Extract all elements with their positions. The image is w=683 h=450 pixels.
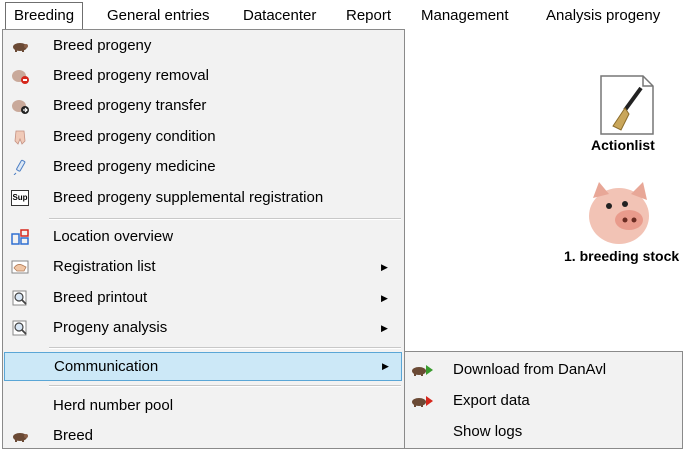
menu-datacenter[interactable]: Datacenter (243, 3, 316, 29)
pig-transfer-icon (12, 100, 29, 114)
pig-remove-icon (12, 70, 29, 84)
menu-item-label: Breed progeny (53, 37, 152, 54)
submenu-item-label: Export data (453, 392, 530, 409)
communication-submenu: Download from DanAvl Export data Show lo… (404, 351, 683, 449)
magnifier-report-icon (12, 320, 27, 336)
pig-icon (13, 43, 28, 52)
pig-download-icon (412, 365, 433, 376)
menu-item-breed[interactable]: Breed (3, 422, 404, 450)
pig-export-icon (412, 396, 433, 407)
submenu-arrow-icon: ▶ (381, 293, 388, 303)
menu-item-breed-progeny-removal[interactable]: Breed progeny removal (3, 62, 404, 90)
menu-item-label: Breed printout (53, 289, 148, 306)
sup-icon: Sup (11, 190, 29, 206)
menu-item-label: Breed progeny transfer (53, 97, 207, 114)
menu-item-breed-printout[interactable]: Breed printout ▶ (3, 284, 404, 312)
menu-report[interactable]: Report (346, 3, 391, 29)
menu-item-label: Location overview (53, 228, 174, 245)
submenu-item-label: Download from DanAvl (453, 361, 607, 378)
menu-item-breed-progeny-supplemental-registration[interactable]: Sup Breed progeny supplemental registrat… (3, 184, 404, 212)
actionlist-label: Actionlist (591, 137, 655, 153)
breeding-dropdown: Breed progeny Breed progeny removal Bree… (2, 29, 405, 449)
menu-management[interactable]: Management (421, 3, 509, 29)
menu-item-communication[interactable]: Communication ▶ (4, 352, 402, 381)
pig-face-icon (589, 182, 649, 244)
menu-item-label: Registration list (53, 258, 156, 275)
menu-analysis-progeny[interactable]: Analysis progeny (546, 3, 660, 29)
hoof-icon (14, 130, 26, 145)
menu-separator (49, 385, 401, 387)
menu-item-breed-progeny-medicine[interactable]: Breed progeny medicine (3, 153, 404, 181)
menu-item-label: Breed progeny removal (53, 67, 209, 84)
menu-item-registration-list[interactable]: Registration list ▶ (3, 253, 404, 281)
hand-icon (11, 260, 29, 274)
menu-item-herd-number-pool[interactable]: Herd number pool (3, 392, 404, 420)
menu-item-location-overview[interactable]: Location overview (3, 223, 404, 251)
broom-document-icon (600, 75, 654, 135)
menu-item-label: Herd number pool (53, 397, 174, 414)
submenu-item-download-from-danavl[interactable]: Download from DanAvl (405, 356, 682, 384)
submenu-item-export-data[interactable]: Export data (405, 387, 682, 415)
menu-item-label: Progeny analysis (53, 319, 168, 336)
menu-item-breed-progeny-transfer[interactable]: Breed progeny transfer (3, 92, 404, 120)
menu-item-breed-progeny[interactable]: Breed progeny (3, 32, 404, 60)
menu-item-label: Communication (54, 358, 159, 375)
magnifier-report-icon (12, 290, 27, 306)
syringe-icon (13, 159, 26, 175)
submenu-item-show-logs[interactable]: Show logs (405, 418, 682, 446)
menu-bar: Breeding General entries Datacenter Repo… (0, 0, 683, 30)
menu-item-progeny-analysis[interactable]: Progeny analysis ▶ (3, 314, 404, 342)
menu-item-breed-progeny-condition[interactable]: Breed progeny condition (3, 123, 404, 151)
actionlist-shortcut[interactable]: Actionlist (590, 72, 670, 157)
submenu-arrow-icon: ▶ (381, 323, 388, 333)
breeding-stock-shortcut[interactable]: 1. breeding stock (563, 178, 683, 268)
menu-separator (49, 347, 401, 349)
submenu-arrow-icon: ▶ (382, 361, 389, 371)
menu-breeding[interactable]: Breeding (5, 2, 84, 29)
menu-item-label: Breed progeny supplemental registration (53, 189, 324, 206)
menu-item-label: Breed progeny medicine (53, 158, 216, 175)
menu-item-label: Breed (53, 427, 94, 444)
pig-icon (13, 433, 28, 442)
submenu-arrow-icon: ▶ (381, 262, 388, 272)
breeding-stock-label: 1. breeding stock (564, 248, 680, 264)
menu-item-label: Breed progeny condition (53, 128, 216, 145)
submenu-item-label: Show logs (453, 423, 523, 440)
menu-separator (49, 218, 401, 220)
menu-general-entries[interactable]: General entries (107, 3, 210, 29)
location-grid-icon (11, 229, 29, 245)
